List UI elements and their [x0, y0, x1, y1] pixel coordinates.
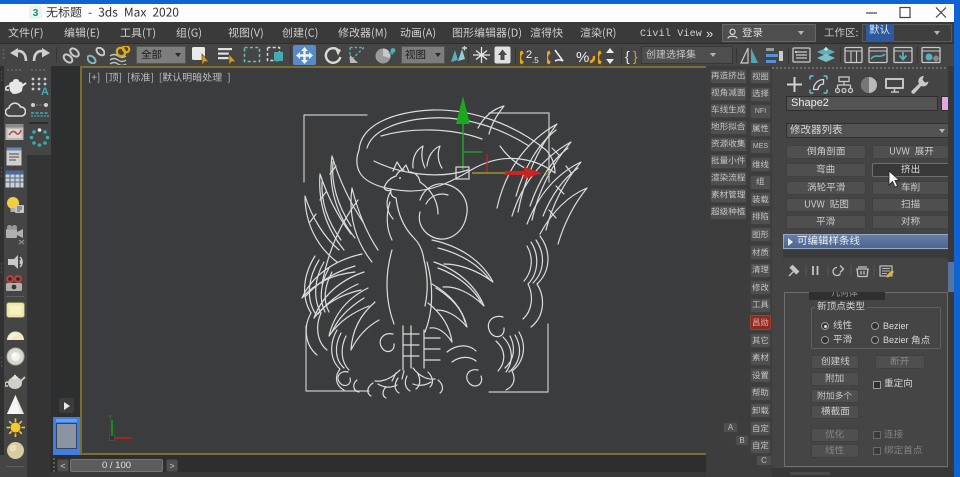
svg-text:3: 3 [33, 8, 39, 19]
svg-text:x: x [545, 169, 549, 178]
svg-text:.5: .5 [532, 56, 539, 65]
svg-text:%: % [576, 49, 589, 66]
svg-text:{: { [625, 48, 630, 64]
svg-text:}: } [633, 48, 638, 64]
svg-text:Y: Y [108, 415, 113, 422]
svg-text:A: A [41, 86, 49, 96]
